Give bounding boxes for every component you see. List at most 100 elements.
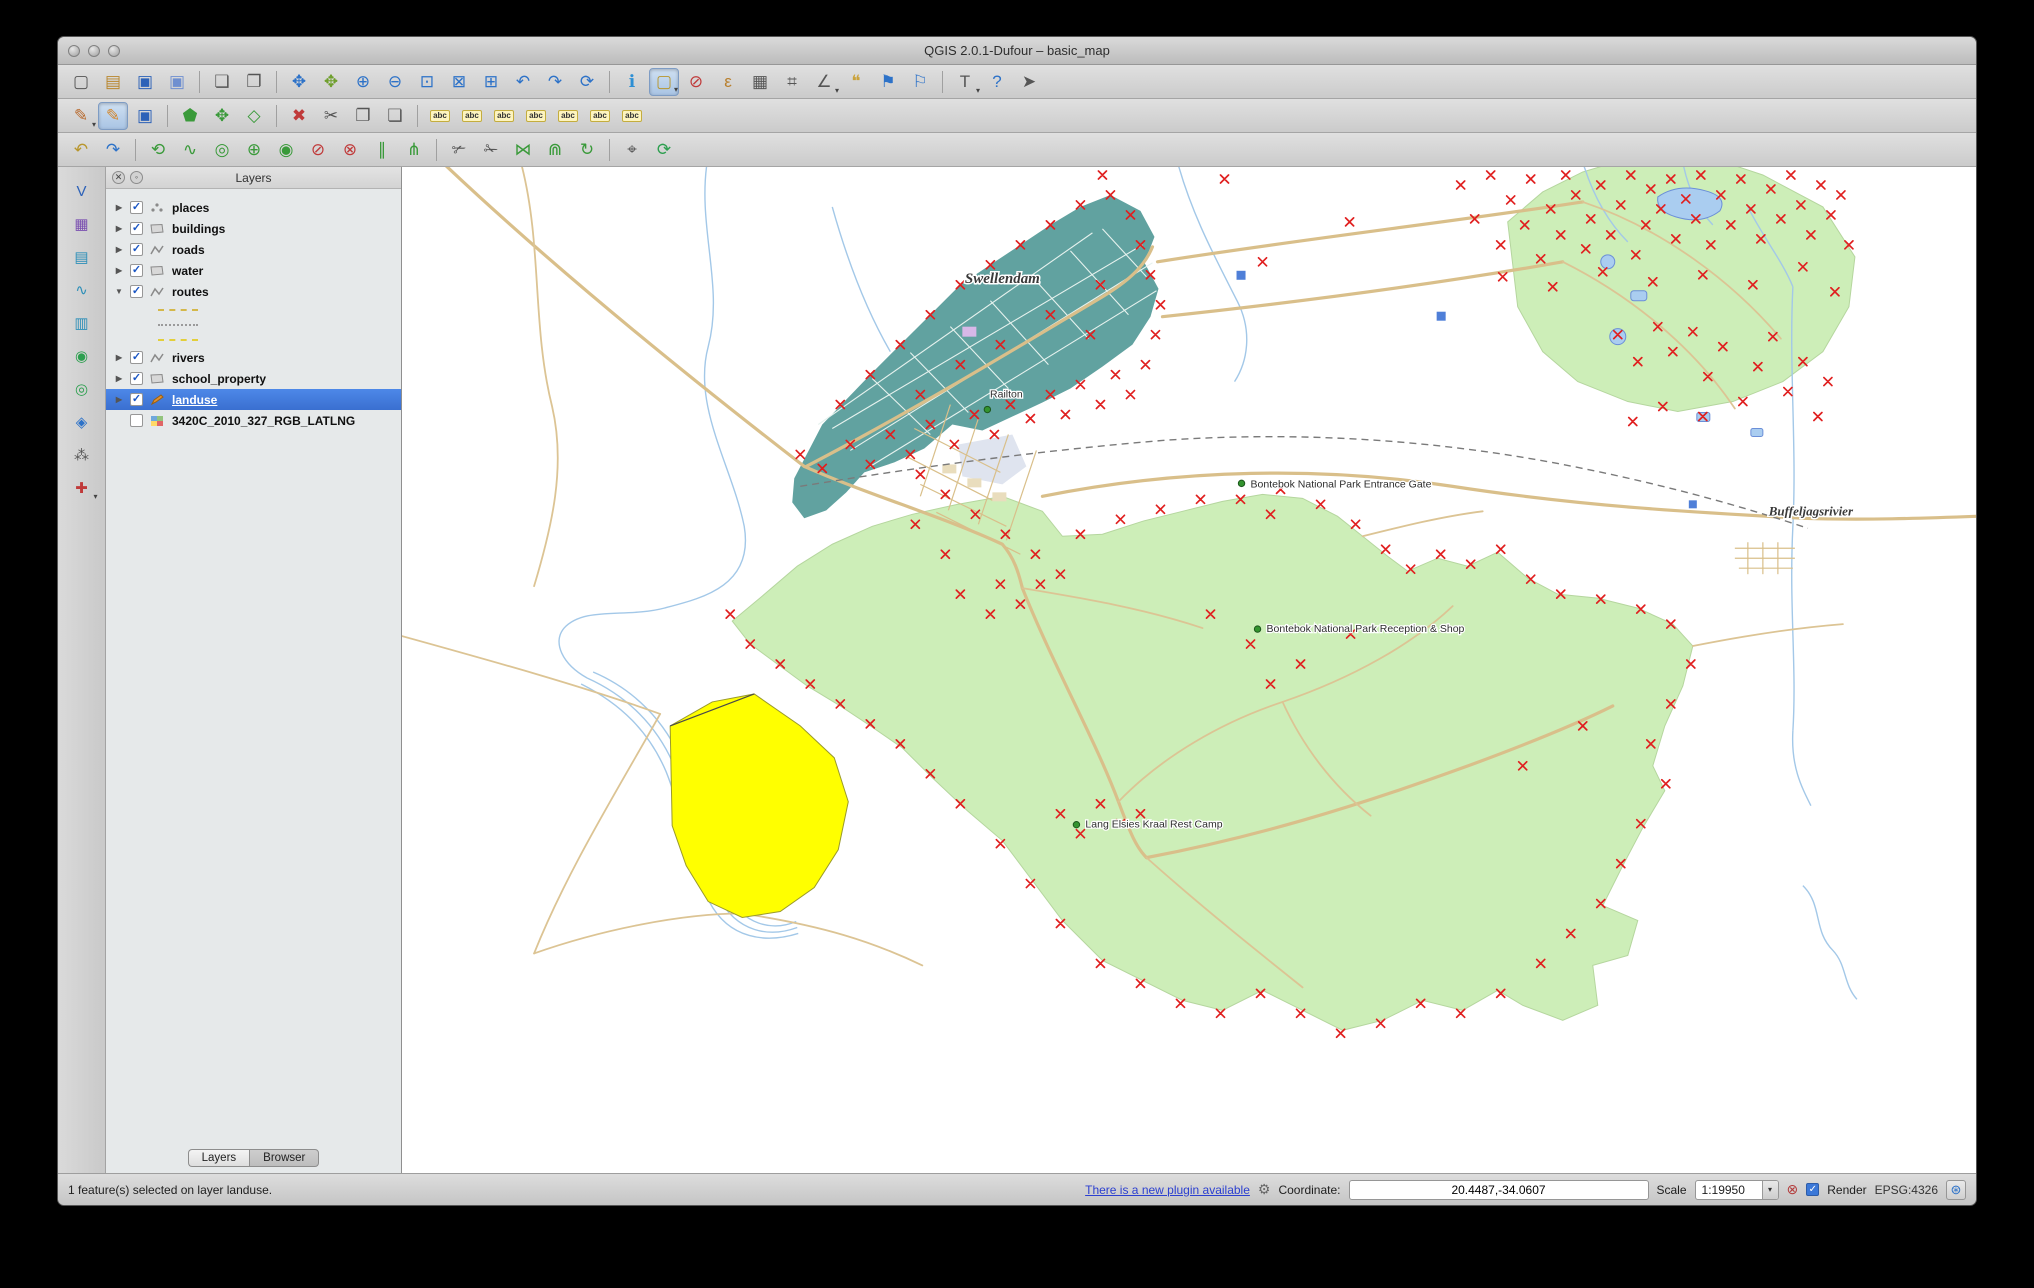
highlight-pinned-labels-button[interactable]: abc [521,102,551,130]
layer-item-rivers[interactable]: ▶ ✓ rivers [106,347,401,368]
rotate-feature-button[interactable]: ⟲ [143,136,173,164]
layer-expander-icon[interactable]: ▼ [114,287,124,296]
zoom-next-button[interactable]: ↷ [540,68,570,96]
selected-landuse-polygon[interactable] [669,693,849,919]
move-label-button[interactable]: abc [553,102,583,130]
add-wfs-layer-button[interactable]: ◈ [65,408,99,436]
layer-expander-icon[interactable]: ▶ [114,395,124,404]
layer-expander-icon[interactable]: ▶ [114,374,124,383]
fill-ring-button[interactable]: ◉ [271,136,301,164]
layer-visibility-checkbox[interactable]: ✓ [130,243,143,256]
zoom-in-button[interactable]: ⊕ [348,68,378,96]
identify-features-button[interactable]: ℹ [617,68,647,96]
add-feature-button[interactable]: ⬟ [175,102,205,130]
rotate-label-button[interactable]: abc [585,102,615,130]
layer-visibility-checkbox[interactable]: ✓ [130,201,143,214]
pan-map-button[interactable]: ✥ [284,68,314,96]
whats-this-button[interactable]: ➤ [1014,68,1044,96]
split-features-button[interactable]: ✁ [476,136,506,164]
layer-item-3420C_2010_327_RGB_LATLNG[interactable]: 3420C_2010_327_RGB_LATLNG [106,410,401,431]
add-wms-layer-button[interactable]: ◉ [65,342,99,370]
add-ring-button[interactable]: ◎ [207,136,237,164]
text-annotation-button[interactable]: T ▾ [950,68,980,96]
save-project-as-button[interactable]: ▣ [162,68,192,96]
plugin-manager-icon[interactable]: ⚙ [1258,1181,1271,1198]
render-checkbox[interactable]: ✓ [1806,1183,1820,1196]
new-shapefile-layer-button[interactable]: ✚ ▾ [65,474,99,502]
redraw-canvas-button[interactable]: ⟳ [649,136,679,164]
add-postgis-layer-button[interactable]: ▤ [65,243,99,271]
titlebar[interactable]: QGIS 2.0.1-Dufour – basic_map [58,37,1976,65]
map-tips-button[interactable]: ❝ [841,68,871,96]
measure-line-button[interactable]: ∠ ▾ [809,68,839,96]
selected-landuse-feature[interactable] [669,693,849,919]
zoom-to-selection-button[interactable]: ⊠ [444,68,474,96]
add-mssql-layer-button[interactable]: ▥ [65,309,99,337]
add-delimited-text-layer-button[interactable]: ⁂ [65,441,99,469]
layer-expander-icon[interactable]: ▶ [114,266,124,275]
layer-visibility-checkbox[interactable]: ✓ [130,372,143,385]
zoom-full-button[interactable]: ⊡ [412,68,442,96]
stop-render-icon[interactable]: ⊗ [1787,1181,1799,1198]
refresh-map-button[interactable]: ⟳ [572,68,602,96]
delete-selected-button[interactable]: ✖ [284,102,314,130]
change-label-button[interactable]: abc [617,102,647,130]
layer-item-places[interactable]: ▶ ✓ places [106,197,401,218]
open-project-button[interactable]: ▤ [98,68,128,96]
split-parts-button[interactable]: ✃ [444,136,474,164]
zoom-window-button[interactable] [108,44,120,57]
toggle-editing-button[interactable]: ✎ [98,101,128,130]
select-by-expression-button[interactable]: ε [713,68,743,96]
layer-visibility-checkbox[interactable]: ✓ [130,351,143,364]
label-options-button[interactable]: abc [457,102,487,130]
open-attribute-table-button[interactable]: ▦ [745,68,775,96]
save-layer-edits-button[interactable]: ▣ [130,102,160,130]
scale-dropdown-icon[interactable]: ▾ [1761,1180,1778,1199]
pin-unpin-labels-button[interactable]: abc [489,102,519,130]
scale-combo[interactable]: 1:19950 ▾ [1694,1179,1779,1200]
layer-expander-icon[interactable]: ▶ [114,245,124,254]
panel-tab-layers[interactable]: Layers [187,1148,250,1167]
offset-curve-button[interactable]: ∥ [367,136,397,164]
layer-expander-icon[interactable]: ▶ [114,203,124,212]
layer-labeling-options-button[interactable]: abc [425,102,455,130]
show-bookmarks-button[interactable]: ⚐ [905,68,935,96]
cut-features-button[interactable]: ✂ [316,102,346,130]
new-bookmark-button[interactable]: ⚑ [873,68,903,96]
pan-to-selection-button[interactable]: ✥ [316,68,346,96]
layer-item-landuse[interactable]: ▶ ✓ landuse [106,389,401,410]
paste-features-button[interactable]: ❏ [380,102,410,130]
close-window-button[interactable] [68,44,80,57]
zoom-out-button[interactable]: ⊖ [380,68,410,96]
map-canvas[interactable]: Swellendam Railton Bontebok National Park … [402,167,1976,1173]
select-features-button[interactable]: ▢ ▾ [649,67,679,96]
layer-item-roads[interactable]: ▶ ✓ roads [106,239,401,260]
crs-status-button[interactable]: ⊛ [1946,1179,1966,1200]
undo-button[interactable]: ↶ [66,136,96,164]
panel-float-button[interactable]: ◦ [130,171,143,184]
add-wcs-layer-button[interactable]: ◎ [65,375,99,403]
add-vector-layer-button[interactable]: V [65,177,99,205]
rotate-point-symbols-button[interactable]: ↻ [572,136,602,164]
layer-item-water[interactable]: ▶ ✓ water [106,260,401,281]
add-part-button[interactable]: ⊕ [239,136,269,164]
reshape-features-button[interactable]: ⋔ [399,136,429,164]
layer-item-buildings[interactable]: ▶ ✓ buildings [106,218,401,239]
save-project-button[interactable]: ▣ [130,68,160,96]
minimize-window-button[interactable] [88,44,100,57]
delete-ring-button[interactable]: ⊘ [303,136,333,164]
layer-visibility-checkbox[interactable]: ✓ [130,285,143,298]
layer-visibility-checkbox[interactable]: ✓ [130,393,143,406]
add-raster-layer-button[interactable]: ▦ [65,210,99,238]
plugin-available-link[interactable]: There is a new plugin available [1085,1183,1250,1197]
zoom-to-layer-button[interactable]: ⊞ [476,68,506,96]
panel-tab-browser[interactable]: Browser [249,1148,320,1167]
simplify-feature-button[interactable]: ∿ [175,136,205,164]
layer-visibility-checkbox[interactable] [130,414,143,427]
merge-attributes-button[interactable]: ⋒ [540,136,570,164]
help-contents-button[interactable]: ? [982,68,1012,96]
move-feature-button[interactable]: ✥ [207,102,237,130]
layer-expander-icon[interactable]: ▶ [114,224,124,233]
composer-manager-button[interactable]: ❐ [239,68,269,96]
delete-part-button[interactable]: ⊗ [335,136,365,164]
